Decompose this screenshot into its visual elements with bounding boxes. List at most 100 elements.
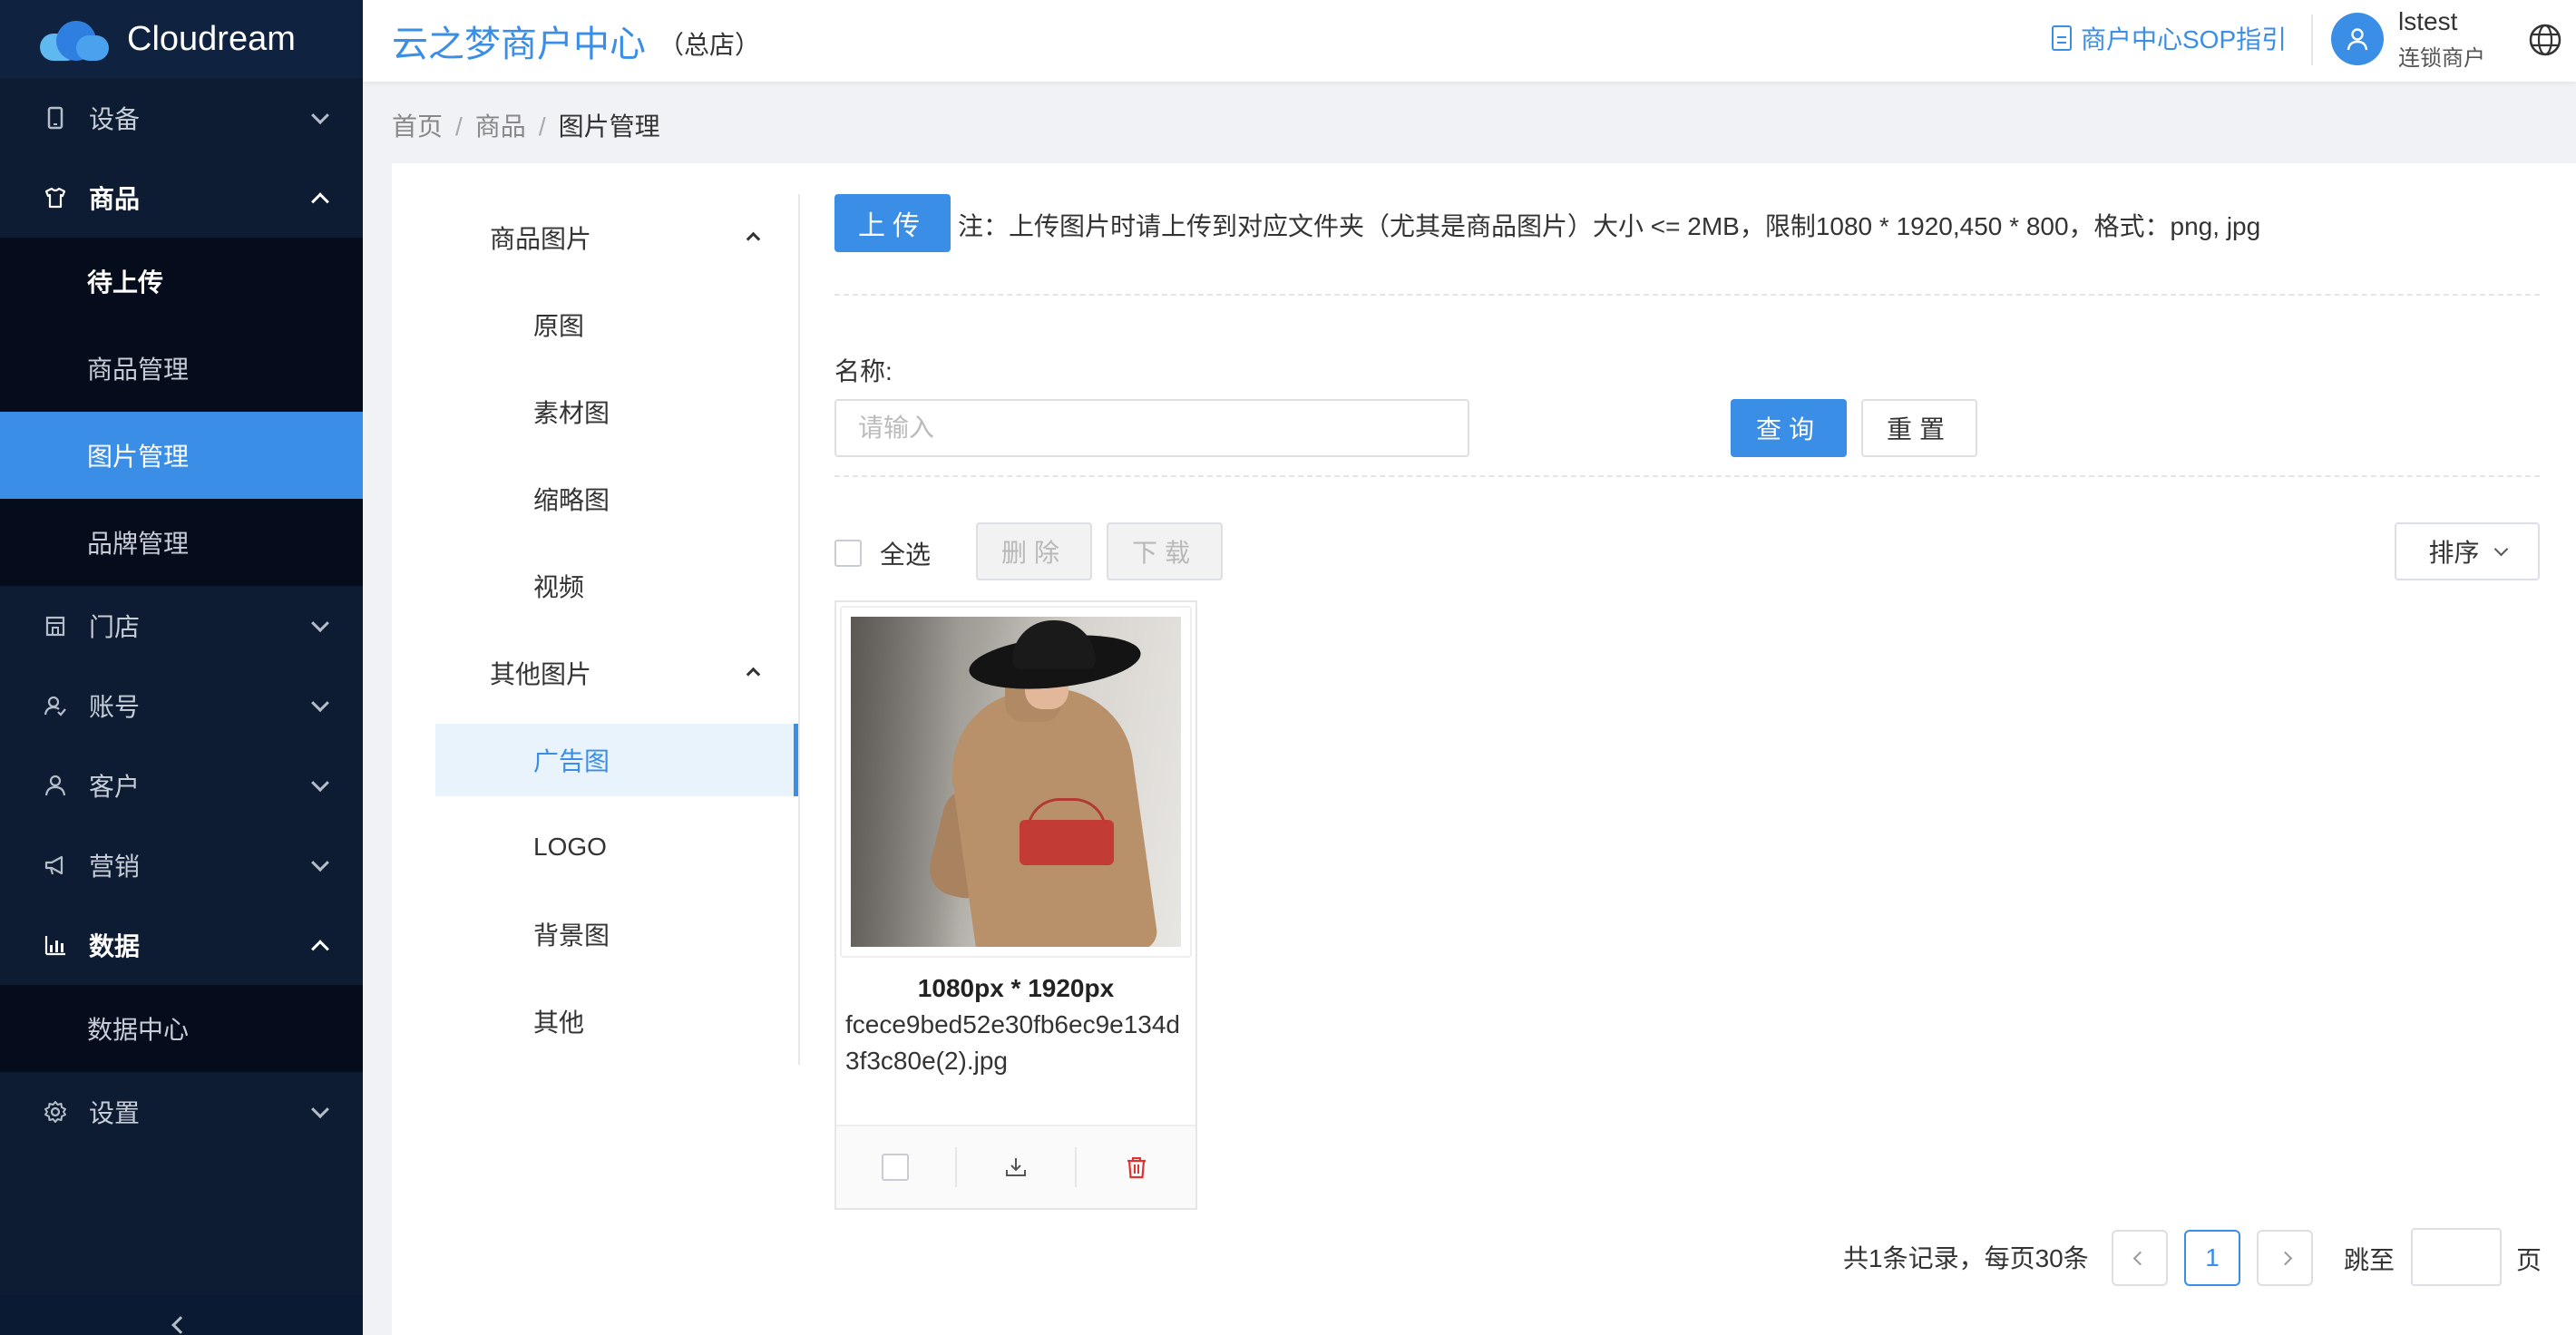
sort-dropdown[interactable]: 排序 [2395, 522, 2540, 580]
menu-devices-label: 设备 [89, 105, 141, 133]
folder-group-goods-images[interactable]: 商品图片 [435, 194, 798, 281]
menu-accounts[interactable]: 账号 [0, 666, 363, 745]
chevron-down-icon [311, 694, 329, 713]
submenu-data-center[interactable]: 数据中心 [0, 985, 363, 1072]
menu-data-label: 数据 [89, 932, 141, 960]
goods-submenu: 待上传 商品管理 图片管理 品牌管理 [0, 238, 363, 586]
document-icon [2052, 25, 2072, 51]
chevron-down-icon [311, 1100, 329, 1119]
menu-settings[interactable]: 设置 [0, 1072, 363, 1152]
menu-customers[interactable]: 客户 [0, 745, 363, 825]
image-select[interactable] [836, 1147, 955, 1187]
data-submenu: 数据中心 [0, 985, 363, 1072]
chevron-up-icon [311, 940, 329, 959]
globe-icon[interactable] [2527, 22, 2563, 58]
chevron-down-icon [2493, 541, 2508, 556]
breadcrumb-home[interactable]: 首页 [392, 112, 443, 141]
folder-group-other-images[interactable]: 其他图片 [435, 629, 798, 716]
folder-original[interactable]: 原图 [435, 281, 798, 368]
download-button[interactable]: 下载 [1107, 522, 1223, 580]
user-name[interactable]: lstest [2398, 7, 2457, 36]
collapse-arrow-icon [171, 1316, 190, 1334]
folder-video[interactable]: 视频 [435, 542, 798, 629]
brand: Cloudream [0, 0, 363, 78]
prev-page-button[interactable] [2112, 1230, 2168, 1286]
upload-button[interactable]: 上传 [834, 194, 951, 252]
menu-stores[interactable]: 门店 [0, 586, 363, 666]
select-all-label: 全选 [880, 541, 932, 569]
menu-goods[interactable]: 商品 [0, 158, 363, 238]
goods-icon [44, 186, 67, 210]
menu-goods-label: 商品 [89, 185, 141, 213]
menu-devices[interactable]: 设备 [0, 78, 363, 158]
image-download-button[interactable] [954, 1147, 1076, 1187]
data-icon [44, 933, 67, 957]
divider [834, 294, 2540, 296]
folder-ads[interactable]: 广告图 [435, 724, 798, 796]
customer-icon [44, 774, 67, 797]
next-page-button[interactable] [2257, 1230, 2313, 1286]
folder-material[interactable]: 素材图 [435, 368, 798, 455]
chevron-down-icon [311, 853, 329, 872]
chevron-down-icon [311, 614, 329, 633]
menu-data[interactable]: 数据 [0, 905, 363, 985]
jump-page-input[interactable] [2411, 1228, 2502, 1286]
breadcrumb: 首页 / 商品 / 图片管理 [392, 107, 660, 143]
submenu-image-management[interactable]: 图片管理 [0, 412, 363, 499]
checkbox[interactable] [882, 1154, 910, 1181]
page-unit: 页 [2516, 1246, 2542, 1274]
image-card: 1080px * 1920px fcece9bed52e30fb6ec9e134… [834, 600, 1197, 1210]
page-number[interactable]: 1 [2184, 1230, 2240, 1286]
folder-group-label: 商品图片 [490, 225, 592, 253]
user-icon [2347, 28, 2368, 51]
folder-background[interactable]: 背景图 [435, 891, 798, 978]
menu-marketing-label: 营销 [89, 853, 141, 881]
checkbox[interactable] [834, 540, 862, 567]
image-dimensions: 1080px * 1920px [917, 974, 1115, 1002]
sop-guide-link[interactable]: 商户中心SOP指引 [2052, 20, 2287, 56]
folder-tree: 商品图片 原图 素材图 缩略图 视频 其他图片 广告图 LOGO 背景图 其他 [435, 194, 798, 1065]
folder-other[interactable]: 其他 [435, 978, 798, 1065]
menu-marketing[interactable]: 营销 [0, 825, 363, 905]
image-delete-button[interactable] [1075, 1147, 1195, 1187]
top-header: 云之梦商户中心 （总店） 商户中心SOP指引 lstest 连锁商户 [363, 0, 2576, 82]
chevron-up-icon [746, 667, 761, 682]
chevron-down-icon [311, 106, 329, 125]
sop-guide-label: 商户中心SOP指引 [2081, 25, 2288, 54]
name-label: 名称: [834, 357, 893, 385]
query-button[interactable]: 查询 [1731, 399, 1847, 457]
sidebar-collapse-button[interactable] [0, 1295, 363, 1335]
download-icon [1006, 1158, 1026, 1176]
breadcrumb-separator: / [455, 112, 463, 141]
delete-button[interactable]: 删除 [976, 522, 1092, 580]
folder-group-label: 其他图片 [490, 660, 592, 688]
submenu-brand-management[interactable]: 品牌管理 [0, 499, 363, 586]
folder-logo[interactable]: LOGO [435, 804, 798, 891]
divider [834, 475, 2540, 477]
name-search-input[interactable] [834, 399, 1469, 457]
chevron-down-icon [311, 774, 329, 793]
chevron-right-icon [2278, 1251, 2292, 1265]
chevron-up-icon [746, 231, 761, 247]
select-all-checkbox[interactable]: 全选 [834, 535, 931, 571]
avatar[interactable] [2331, 13, 2384, 65]
pagination-total: 共1条记录，每页30条 [1843, 1244, 2089, 1272]
sidebar: Cloudream 设备 商品 待上传 商品管理 图片管理 品牌管理 门店 账号 [0, 0, 363, 1335]
image-thumbnail[interactable] [840, 606, 1192, 958]
account-icon [44, 694, 67, 717]
breadcrumb-goods[interactable]: 商品 [475, 112, 526, 141]
image-actions [836, 1125, 1195, 1208]
user-role: 连锁商户 [2398, 46, 2485, 71]
menu-customers-label: 客户 [89, 773, 141, 801]
submenu-pending-upload[interactable]: 待上传 [0, 238, 363, 325]
image-filename: fcece9bed52e30fb6ec9e134d3f3c80e(2).jpg [845, 1010, 1181, 1075]
sort-label: 排序 [2428, 539, 2480, 567]
brand-name: Cloudream [127, 19, 296, 58]
trash-icon [1127, 1157, 1146, 1179]
folder-thumbnail[interactable]: 缩略图 [435, 455, 798, 542]
reset-button[interactable]: 重置 [1861, 399, 1977, 457]
chevron-up-icon [311, 192, 329, 211]
menu-accounts-label: 账号 [89, 693, 141, 721]
submenu-goods-management[interactable]: 商品管理 [0, 325, 363, 412]
chevron-left-icon [2132, 1251, 2147, 1265]
